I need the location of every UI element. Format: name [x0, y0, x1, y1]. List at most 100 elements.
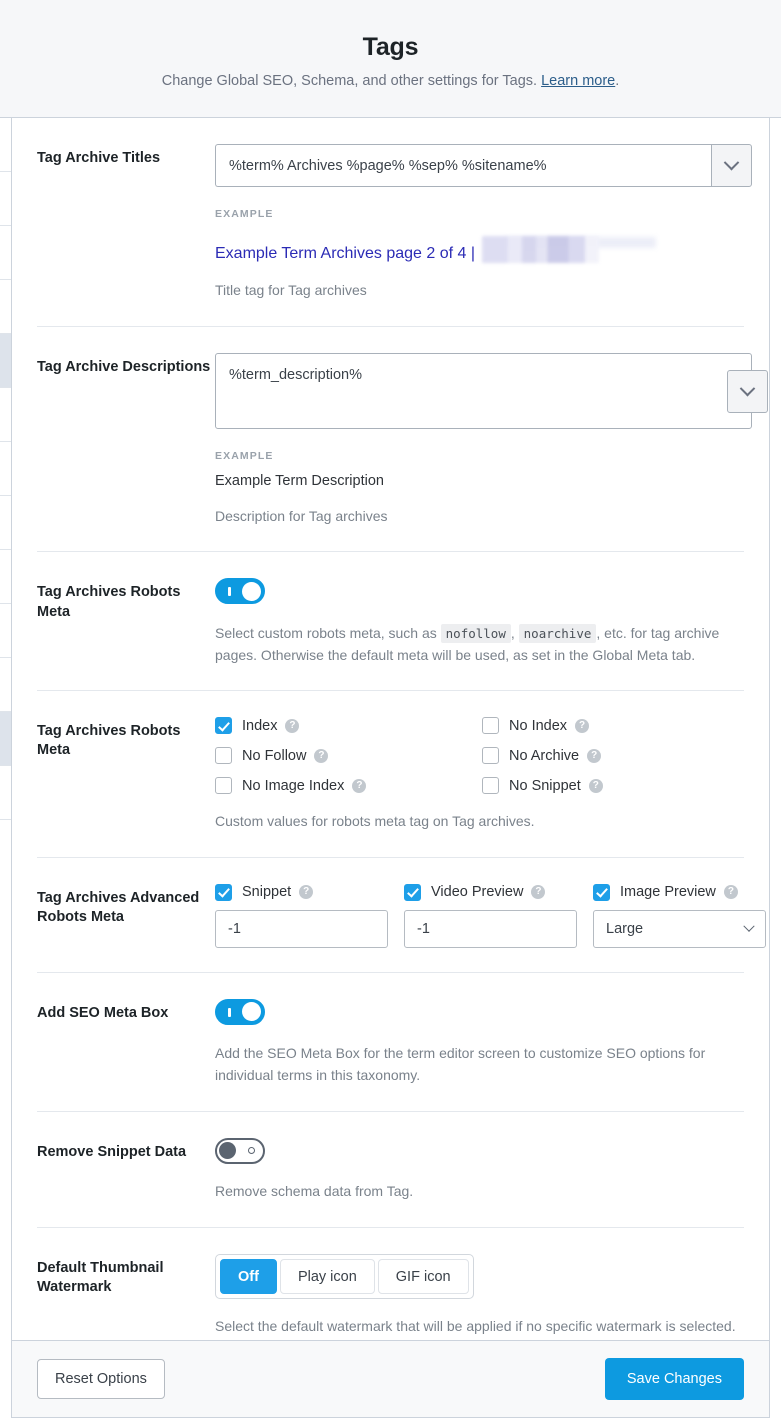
help-icon[interactable]: ? [299, 885, 314, 900]
checkbox-label: Index [242, 717, 278, 734]
redacted-sitename [482, 236, 599, 263]
advanced-col-label: Video Preview [431, 884, 524, 901]
checkbox-item-no-follow[interactable]: No Follow ? [215, 747, 482, 765]
sidebar-rail-item[interactable] [0, 496, 11, 550]
page-subtitle: Change Global SEO, Schema, and other set… [0, 73, 781, 89]
row-label: Tag Archive Descriptions [37, 358, 211, 375]
row-advanced-robots-meta: Tag Archives Advanced Robots Meta Snippe… [37, 858, 766, 973]
checkbox-item-no-snippet[interactable]: No Snippet ? [482, 777, 744, 795]
toggle-knob [242, 1002, 261, 1022]
checkbox-no-follow[interactable] [215, 747, 232, 765]
learn-more-link[interactable]: Learn more [541, 73, 615, 89]
remove-snippet-data-toggle[interactable] [215, 1137, 265, 1164]
row-body: Snippet ? Video Preview ? [215, 883, 766, 948]
checkbox-label: No Snippet [509, 777, 581, 794]
snippet-input[interactable] [215, 909, 388, 948]
chevron-down-icon[interactable] [711, 144, 752, 187]
row-label: Tag Archives Robots Meta [37, 723, 181, 759]
sidebar-rail-item[interactable] [0, 226, 11, 280]
row-body: Index ? No Index ? No Follow ? No Archiv… [215, 717, 744, 833]
code-nofollow: nofollow [440, 623, 511, 643]
row-label: Tag Archives Advanced Robots Meta [37, 889, 200, 926]
sidebar-rail-item[interactable] [0, 172, 11, 226]
toggle-knob [219, 1142, 236, 1160]
sidebar-rail-item[interactable] [0, 442, 11, 496]
toggle-off-ring-icon [248, 1146, 255, 1154]
chevron-glyph [723, 154, 740, 171]
checkbox-snippet[interactable] [215, 883, 232, 901]
checkbox-no-snippet[interactable] [482, 777, 499, 795]
page-header: Tags Change Global SEO, Schema, and othe… [0, 0, 781, 118]
tag-archive-titles-field [215, 144, 752, 187]
checkbox-label: No Index [509, 717, 568, 734]
example-preview-text: Example Term Archives page 2 of 4 | [215, 245, 475, 262]
help-icon[interactable]: ? [531, 885, 546, 900]
chevron-down-icon [743, 920, 755, 932]
page-title: Tags [362, 33, 419, 61]
watermark-option-off[interactable]: Off [220, 1259, 277, 1294]
reset-options-button[interactable]: Reset Options [37, 1359, 165, 1399]
checkbox-no-archive[interactable] [482, 747, 499, 765]
sidebar-rail-item[interactable] [0, 658, 11, 712]
help-icon[interactable]: ? [314, 748, 329, 763]
checkbox-item-no-index[interactable]: No Index ? [482, 717, 744, 735]
row-label: Add SEO Meta Box [37, 1004, 169, 1021]
checkbox-video-preview[interactable] [404, 883, 421, 901]
robots-meta-toggle[interactable] [215, 578, 265, 605]
tag-archive-descriptions-textarea[interactable] [215, 352, 752, 429]
chevron-down-icon[interactable] [727, 369, 768, 413]
checkbox-image-preview[interactable] [593, 883, 610, 901]
page-subtitle-period: . [615, 73, 620, 89]
checkbox-label: No Image Index [242, 777, 345, 794]
tag-archive-titles-input[interactable] [215, 144, 711, 187]
save-changes-button[interactable]: Save Changes [604, 1358, 744, 1400]
row-body: EXAMPLE Example Term Archives page 2 of … [215, 144, 752, 302]
help-part-2: , [510, 624, 519, 641]
sidebar-rail-item-active[interactable] [0, 712, 11, 766]
sidebar-rail-item[interactable] [0, 118, 11, 172]
video-preview-input[interactable] [404, 909, 577, 948]
watermark-button-group: Off Play icon GIF icon [215, 1254, 474, 1299]
settings-page: Tags Change Global SEO, Schema, and othe… [0, 0, 781, 1420]
add-seo-meta-box-toggle[interactable] [215, 998, 265, 1025]
toggle-on-bar-icon [228, 1007, 231, 1017]
sidebar-rail-item[interactable] [0, 766, 11, 820]
row-label: Remove Snippet Data [37, 1143, 187, 1160]
checkbox-label: No Archive [509, 747, 580, 764]
help-icon[interactable]: ? [588, 778, 603, 793]
sidebar-rail-item[interactable] [0, 388, 11, 442]
row-add-seo-meta-box: Add SEO Meta Box Add the SEO Meta Box fo… [37, 973, 744, 1112]
row-label: Tag Archive Titles [37, 150, 161, 166]
checkbox-index[interactable] [215, 717, 232, 735]
advanced-col-snippet: Snippet ? [215, 883, 388, 948]
help-icon[interactable]: ? [587, 748, 602, 763]
tag-archive-descriptions-field [215, 352, 768, 429]
advanced-col-label: Image Preview [620, 884, 716, 901]
watermark-option-gif-icon[interactable]: GIF icon [377, 1259, 469, 1294]
row-remove-snippet-data: Remove Snippet Data Remove schema data f… [37, 1112, 744, 1228]
sidebar-rail-item-active[interactable] [0, 334, 11, 388]
row-help-text: Add the SEO Meta Box for the term editor… [215, 1045, 706, 1084]
checkbox-item-index[interactable]: Index ? [215, 717, 482, 735]
advanced-col-header: Snippet ? [215, 883, 388, 901]
robots-meta-checkbox-grid: Index ? No Index ? No Follow ? No Archiv… [215, 717, 744, 795]
image-preview-select[interactable]: Large [593, 909, 766, 948]
image-preview-selected-value: Large [606, 920, 644, 937]
advanced-robots-grid: Snippet ? Video Preview ? [215, 883, 766, 948]
help-icon[interactable]: ? [352, 778, 367, 793]
help-icon[interactable]: ? [285, 718, 300, 733]
row-body: EXAMPLE Example Term Description Descrip… [215, 352, 768, 528]
advanced-col-header: Video Preview ? [404, 883, 577, 901]
sidebar-rail-item[interactable] [0, 280, 11, 334]
checkbox-no-index[interactable] [482, 717, 499, 735]
row-help-text: Description for Tag archives [215, 507, 388, 524]
checkbox-no-image-index[interactable] [215, 777, 232, 795]
checkbox-item-no-archive[interactable]: No Archive ? [482, 747, 744, 765]
help-icon[interactable]: ? [575, 718, 590, 733]
sidebar-rail-item[interactable] [0, 604, 11, 658]
checkbox-item-no-image-index[interactable]: No Image Index ? [215, 777, 482, 795]
help-icon[interactable]: ? [723, 885, 738, 900]
sidebar-rail-item[interactable] [0, 550, 11, 604]
watermark-option-play-icon[interactable]: Play icon [279, 1259, 375, 1294]
example-label: EXAMPLE [215, 208, 274, 220]
